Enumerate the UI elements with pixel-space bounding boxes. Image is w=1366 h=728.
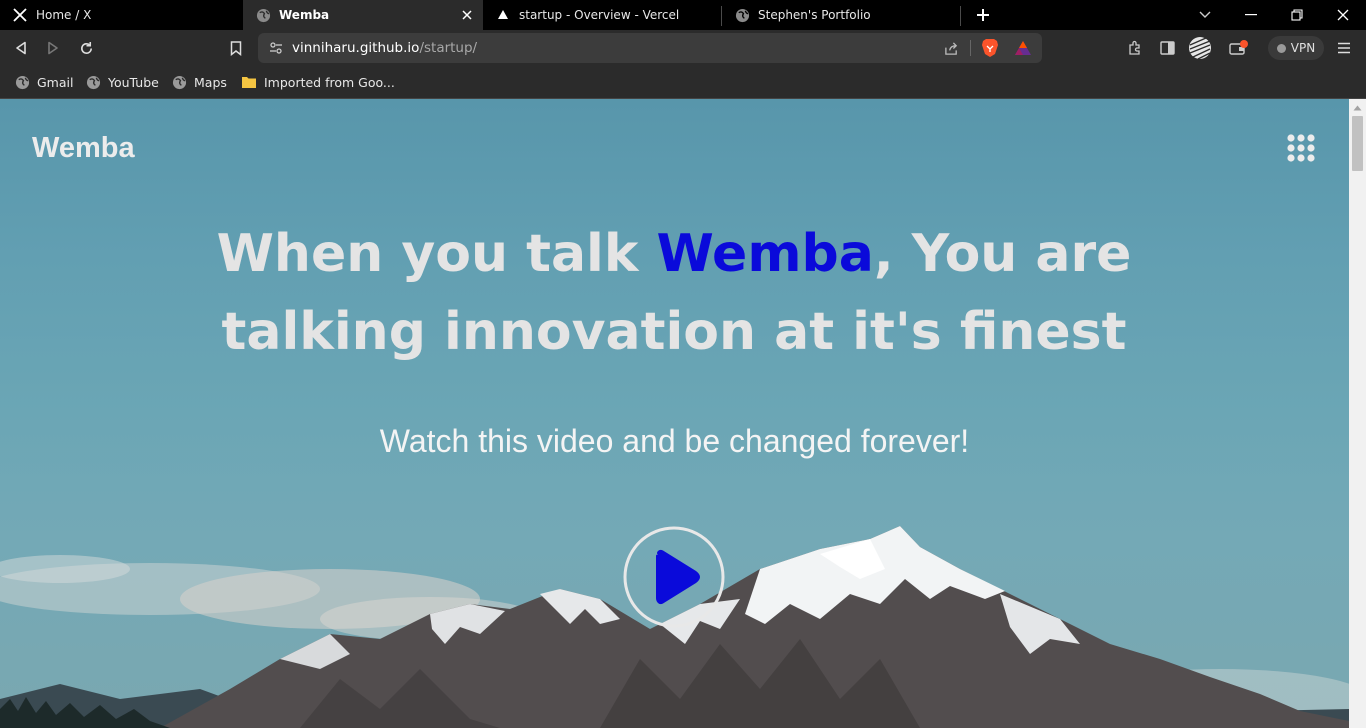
- bookmarks-bar: Gmail YouTube Maps Imported from Goo...: [0, 66, 1366, 99]
- globe-icon: [85, 74, 101, 90]
- restore-button[interactable]: [1274, 0, 1320, 30]
- wallet-icon: [1229, 40, 1248, 55]
- tab-title: Home / X: [36, 8, 92, 22]
- close-icon: [1337, 9, 1349, 21]
- globe-icon: [255, 7, 271, 23]
- vpn-status-dot: [1276, 43, 1286, 53]
- globe-icon: [14, 74, 30, 90]
- tab-wemba[interactable]: Wemba: [243, 0, 483, 30]
- tab-title: Wemba: [279, 8, 330, 22]
- bookmark-youtube[interactable]: YouTube: [85, 72, 159, 92]
- plus-icon: [977, 9, 989, 21]
- new-tab-button[interactable]: [960, 0, 1006, 30]
- vpn-button[interactable]: VPN: [1268, 36, 1324, 60]
- tab-title: Stephen's Portfolio: [758, 8, 871, 22]
- wallet-button[interactable]: [1225, 34, 1253, 62]
- bookmark-label: YouTube: [108, 74, 159, 90]
- bookmark-label: Gmail: [37, 74, 74, 90]
- folder-icon: [241, 74, 257, 90]
- tab-search-button[interactable]: [1182, 0, 1228, 30]
- share-button[interactable]: [937, 34, 965, 62]
- x-logo-icon: [12, 7, 28, 23]
- url-text[interactable]: vinniharu.github.io/startup/: [292, 40, 477, 56]
- bookmark-page-button[interactable]: [222, 34, 250, 62]
- grid-dots-icon: [1287, 134, 1315, 162]
- globe-icon: [734, 7, 750, 23]
- restore-icon: [1291, 9, 1303, 21]
- bookmark-gmail[interactable]: Gmail: [14, 72, 73, 92]
- extension-stripes-button[interactable]: [1185, 33, 1215, 63]
- minimize-button[interactable]: [1228, 0, 1274, 30]
- extensions-button[interactable]: [1121, 34, 1149, 62]
- tab-portfolio[interactable]: Stephen's Portfolio: [722, 0, 960, 30]
- bookmark-icon: [230, 40, 242, 56]
- back-arrow-icon: [16, 41, 26, 55]
- minimize-icon: [1245, 14, 1257, 16]
- forward-arrow-icon: [48, 41, 58, 55]
- brave-shields-button[interactable]: [976, 34, 1004, 62]
- site-settings-icon[interactable]: [262, 34, 290, 62]
- puzzle-piece-icon: [1129, 40, 1140, 55]
- hero-section: Wemba When you talk Wemba, You are talki…: [0, 99, 1349, 728]
- globe-icon: [171, 74, 187, 90]
- bookmark-label: Imported from Goo...: [264, 74, 395, 90]
- url-path: /startup/: [419, 40, 478, 56]
- back-button[interactable]: [7, 34, 35, 62]
- page-scrollbar[interactable]: [1349, 99, 1366, 728]
- bat-triangle-icon: [1015, 41, 1031, 55]
- bookmark-label: Maps: [194, 74, 227, 90]
- tab-home-x[interactable]: Home / X: [0, 0, 242, 30]
- url-host: vinniharu.github.io: [292, 40, 420, 56]
- tab-title: startup - Overview - Vercel: [519, 8, 680, 22]
- chevron-down-icon: [1199, 11, 1211, 18]
- menu-button[interactable]: [1330, 34, 1358, 62]
- vercel-triangle-icon: [495, 7, 511, 23]
- tab-vercel[interactable]: startup - Overview - Vercel: [483, 0, 721, 30]
- vpn-label: VPN: [1290, 41, 1316, 55]
- play-icon: [623, 526, 725, 628]
- apps-grid-button[interactable]: [1286, 133, 1316, 163]
- mountain-background-image: [0, 526, 1349, 728]
- hero-subheading: Watch this video and be changed forever!: [379, 423, 970, 459]
- headline-highlight: Wemba: [656, 224, 874, 284]
- url-divider: [970, 40, 971, 56]
- forward-button[interactable]: [39, 34, 67, 62]
- close-window-button[interactable]: [1320, 0, 1366, 30]
- hamburger-menu-icon: [1338, 42, 1350, 54]
- reload-button[interactable]: [72, 34, 100, 62]
- scrollbar-thumb[interactable]: [1352, 116, 1363, 171]
- brave-lion-icon: [982, 39, 998, 57]
- share-icon: [944, 41, 957, 55]
- sidebar-button[interactable]: [1153, 34, 1181, 62]
- sidebar-icon: [1159, 41, 1175, 55]
- headline-text: When you talk: [216, 224, 657, 284]
- tab-strip: Home / X Wemba startup - Overview - Verc…: [0, 0, 1366, 30]
- scroll-up-arrow-icon[interactable]: [1349, 99, 1366, 116]
- reload-icon: [80, 41, 92, 54]
- play-video-button[interactable]: [622, 525, 726, 629]
- brand-logo[interactable]: Wemba: [32, 132, 135, 165]
- striped-sphere-icon: [1189, 37, 1211, 60]
- close-tab-icon[interactable]: [459, 7, 475, 23]
- bookmark-imported-folder[interactable]: Imported from Goo...: [241, 72, 395, 92]
- brave-rewards-button[interactable]: [1009, 34, 1037, 62]
- bookmark-maps[interactable]: Maps: [171, 72, 227, 92]
- hero-headline: When you talk Wemba, You are talking inn…: [174, 215, 1174, 371]
